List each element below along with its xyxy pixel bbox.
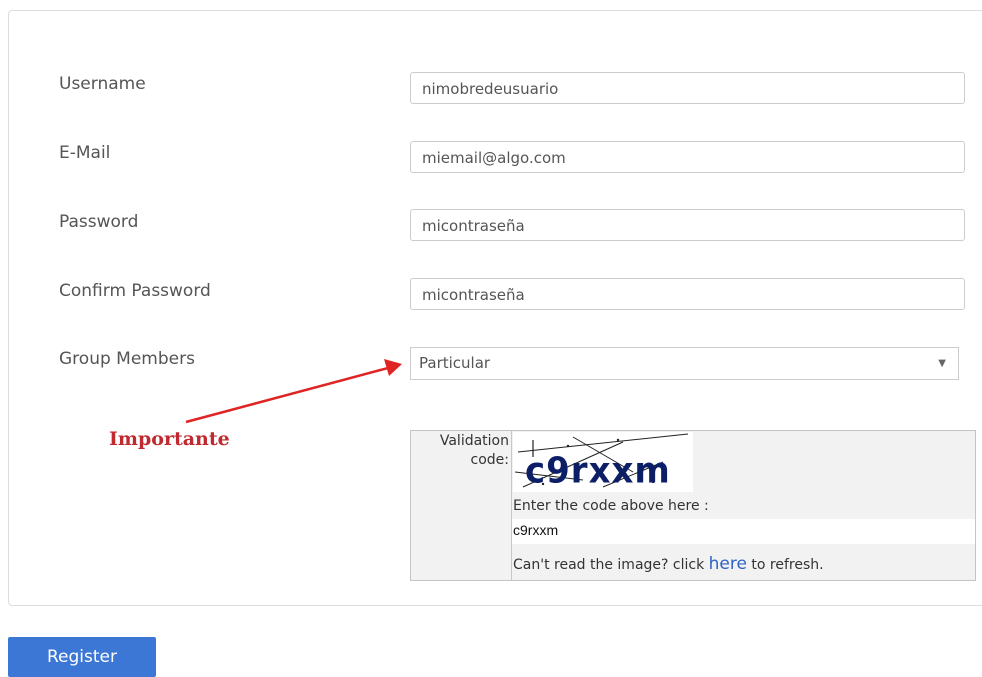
- chevron-down-icon: ▼: [938, 358, 946, 369]
- group-members-label: Group Members: [59, 349, 195, 369]
- password-input[interactable]: micontraseña: [410, 209, 965, 241]
- annotation-label: Importante: [109, 428, 230, 450]
- captcha-label: Validation code:: [411, 432, 509, 470]
- confirm-password-input[interactable]: micontraseña: [410, 278, 965, 310]
- captcha-refresh-link[interactable]: here: [709, 554, 747, 574]
- username-label: Username: [59, 74, 146, 94]
- username-input[interactable]: nimobredeusuario: [410, 72, 965, 104]
- group-members-select[interactable]: Particular ▼: [410, 347, 959, 380]
- captcha-refresh-suffix: to refresh.: [746, 557, 824, 573]
- captcha-label-line1: Validation: [439, 433, 509, 449]
- confirm-password-label: Confirm Password: [59, 281, 211, 301]
- captcha-image: c9rxxm: [513, 432, 693, 492]
- register-button[interactable]: Register: [8, 637, 156, 677]
- captcha-refresh-text: Can't read the image? click here to refr…: [513, 554, 824, 574]
- captcha-instruction: Enter the code above here :: [513, 498, 709, 514]
- captcha-input[interactable]: c9rxxm: [513, 522, 558, 538]
- captcha-label-line2: code:: [470, 452, 509, 468]
- email-label: E-Mail: [59, 143, 111, 163]
- captcha-refresh-prefix: Can't read the image? click: [513, 557, 709, 573]
- captcha-input-row: [512, 519, 975, 544]
- email-input[interactable]: miemail@algo.com: [410, 141, 965, 173]
- password-label: Password: [59, 212, 139, 232]
- captcha-divider: [511, 431, 512, 580]
- group-members-selected-value: Particular: [419, 354, 491, 372]
- captcha-image-text: c9rxxm: [525, 451, 671, 492]
